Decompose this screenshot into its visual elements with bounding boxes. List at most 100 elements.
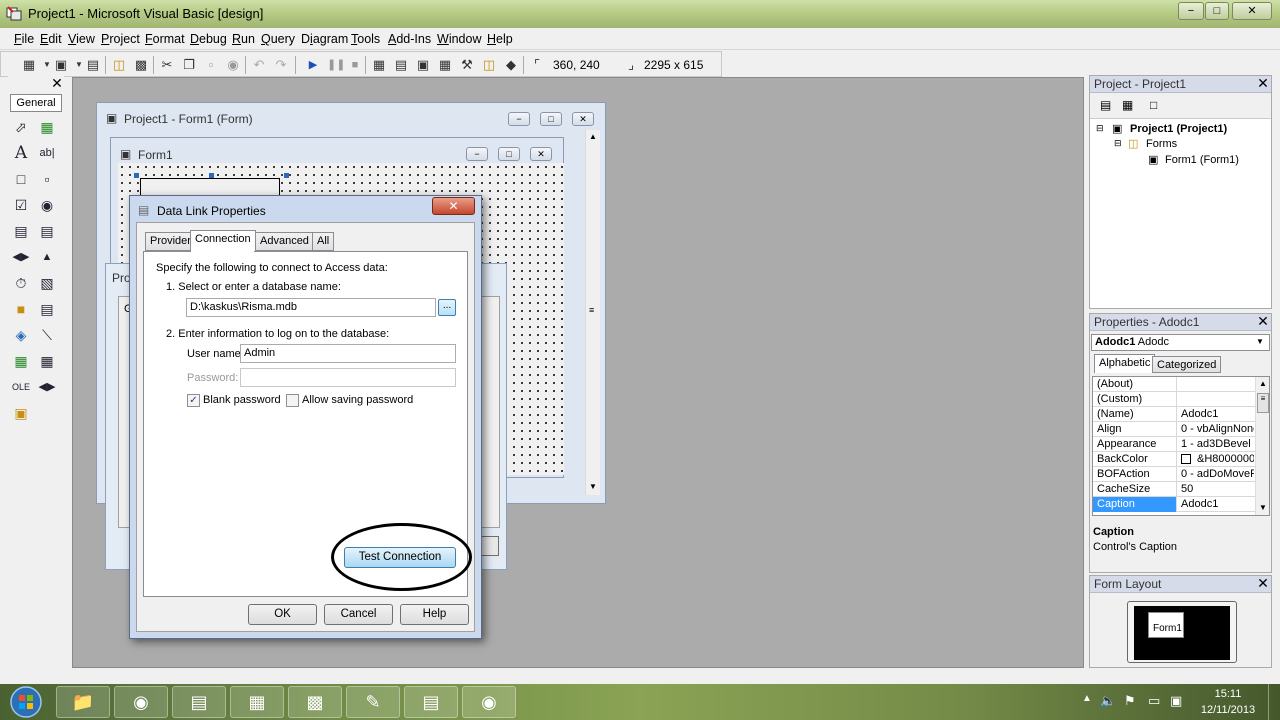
menu-tools[interactable]: Tools [351, 32, 380, 46]
redo-icon[interactable]: ↷ [273, 57, 289, 73]
tree-collapse-icon[interactable]: ⊟ [1114, 138, 1122, 149]
view-object-icon[interactable]: ▦ [1122, 98, 1133, 112]
volume-icon[interactable]: 🔈 [1100, 693, 1116, 709]
data-view-icon[interactable]: ◫ [481, 57, 497, 73]
selection-handle[interactable] [284, 173, 289, 178]
menu-edit[interactable]: Edit [40, 32, 62, 46]
taskbar-vb-icon[interactable]: ◉ [462, 686, 516, 718]
form1-maximize-button[interactable]: □ [498, 147, 520, 161]
title-bar[interactable]: Project1 - Microsoft Visual Basic [desig… [0, 0, 1280, 28]
menu-view[interactable]: View [68, 32, 95, 46]
pointer-tool-icon[interactable]: ⬀ [10, 116, 32, 138]
vscrollbar-tool-icon[interactable]: ▲ [36, 246, 58, 268]
taskbar-document-icon[interactable]: ▤ [404, 686, 458, 718]
tree-collapse-icon[interactable]: ⊟ [1096, 123, 1104, 134]
scroll-up-arrow-icon[interactable]: ▲ [589, 132, 597, 141]
clock-date[interactable]: 12/11/2013 [1198, 704, 1258, 716]
property-pages-button[interactable] [481, 536, 499, 556]
menu-format[interactable]: Format [145, 32, 185, 46]
find-icon[interactable]: ◉ [225, 57, 241, 73]
shape-tool-icon[interactable]: ◈ [10, 324, 32, 346]
property-row-custom[interactable]: (Custom) [1093, 392, 1255, 407]
property-row-cachesize[interactable]: CacheSize 50 [1093, 482, 1255, 497]
tree-form1-item[interactable]: Form1 (Form1) [1165, 154, 1239, 166]
tree-forms-folder[interactable]: Forms [1146, 138, 1177, 150]
component-manager-icon[interactable]: ◆ [503, 57, 519, 73]
taskbar-sticky-notes-icon[interactable]: ▤ [172, 686, 226, 718]
menu-diagram[interactable]: Diagram [301, 32, 348, 46]
menu-query[interactable]: Query [261, 32, 295, 46]
form1-layout-preview[interactable]: Form1 [1148, 612, 1184, 638]
ole-tool-icon[interactable]: OLE [10, 376, 32, 398]
tab-all[interactable]: All [312, 232, 335, 251]
toolbox-close-icon[interactable]: ✕ [50, 76, 64, 91]
tab-alphabetic[interactable]: Alphabetic [1094, 354, 1156, 373]
checkbox-tool-icon[interactable]: ☑ [10, 194, 32, 216]
paste-icon[interactable]: ▫ [203, 57, 219, 73]
picturebox-tool-icon[interactable]: ▦ [36, 116, 58, 138]
tab-provider[interactable]: Provider [145, 232, 196, 251]
properties-close-icon[interactable]: ✕ [1256, 314, 1270, 329]
form-window-restore-button[interactable]: □ [540, 112, 562, 126]
network-icon[interactable]: ▣ [1170, 693, 1182, 709]
menu-project[interactable]: Project [101, 32, 140, 46]
minimize-button[interactable]: − [1178, 2, 1204, 20]
hscrollbar-tool-icon[interactable]: ◀▶ [10, 246, 32, 268]
property-row-backcolor[interactable]: BackColor&H80000005 [1093, 452, 1255, 467]
selection-handle[interactable] [209, 173, 214, 178]
property-row-align[interactable]: Align 0 - vbAlignNone [1093, 422, 1255, 437]
action-center-icon[interactable]: ⚑ [1124, 693, 1136, 709]
chevron-down-icon[interactable]: ▼ [1256, 337, 1264, 346]
timer-tool-icon[interactable]: ⏱ [10, 272, 32, 294]
form1-minimize-button[interactable]: − [466, 147, 488, 161]
scroll-grip-icon[interactable]: ≡ [589, 305, 594, 315]
maximize-button[interactable]: □ [1205, 2, 1229, 20]
property-row-appearance[interactable]: Appearance 1 - ad3DBevel [1093, 437, 1255, 452]
taskbar-chrome-icon[interactable]: ◉ [114, 686, 168, 718]
battery-icon[interactable]: ▭ [1148, 693, 1160, 709]
image-tool-icon[interactable]: ▦ [10, 350, 32, 372]
blank-password-checkbox[interactable]: ✓ [187, 394, 200, 407]
frame-tool-icon[interactable]: □ [10, 168, 32, 190]
help-button[interactable]: Help [400, 604, 469, 625]
project-explorer-close-icon[interactable]: ✕ [1256, 76, 1270, 91]
object-browser-icon[interactable]: ▦ [437, 57, 453, 73]
taskbar-paint-icon[interactable]: ✎ [346, 686, 400, 718]
form-layout-icon[interactable]: ▣ [415, 57, 431, 73]
properties-window-icon[interactable]: ▤ [393, 57, 409, 73]
taskbar-explorer-icon[interactable]: 📁 [56, 686, 110, 718]
object-selector-dropdown[interactable]: Adodc1 Adodc ▼ [1091, 334, 1270, 351]
line-tool-icon[interactable]: ⟍ [36, 324, 58, 346]
close-button[interactable]: ✕ [1232, 2, 1272, 20]
clock-time[interactable]: 15:11 [1198, 688, 1258, 700]
menu-debug[interactable]: Debug [190, 32, 227, 46]
toggle-folders-icon[interactable]: □ [1150, 98, 1157, 112]
form-layout-close-icon[interactable]: ✕ [1256, 576, 1270, 591]
view-code-icon[interactable]: ▤ [1100, 98, 1111, 112]
tab-connection[interactable]: Connection [190, 230, 256, 252]
filelistbox-tool-icon[interactable]: ▤ [36, 298, 58, 320]
cut-icon[interactable]: ✂ [159, 57, 175, 73]
end-icon[interactable]: ■ [347, 57, 363, 73]
label-tool-icon[interactable]: A [10, 142, 32, 164]
scroll-down-arrow-icon[interactable]: ▼ [589, 482, 597, 491]
menu-add-ins[interactable]: Add-Ins [388, 32, 431, 46]
custom-control-tool-icon[interactable]: ▣ [10, 402, 32, 424]
toolbox-icon[interactable]: ⚒ [459, 57, 475, 73]
project-explorer-icon[interactable]: ▦ [371, 57, 387, 73]
menu-help[interactable]: Help [487, 32, 513, 46]
database-name-input[interactable]: D:\kaskus\Risma.mdb [186, 298, 436, 317]
copy-icon[interactable]: ❐ [181, 57, 197, 73]
property-row-bofaction[interactable]: BOFAction0 - adDoMoveFirst [1093, 467, 1255, 482]
open-project-icon[interactable]: ◫ [111, 57, 127, 73]
taskbar-app-icon[interactable]: ▦ [230, 686, 284, 718]
dirlistbox-tool-icon[interactable]: ■ [10, 298, 32, 320]
form1-close-button[interactable]: ✕ [530, 147, 552, 161]
tree-project-root[interactable]: Project1 (Project1) [1130, 123, 1227, 135]
form-window-minimize-button[interactable]: − [508, 112, 530, 126]
ok-button[interactable]: OK [248, 604, 317, 625]
commandbutton-tool-icon[interactable]: ▫ [36, 168, 58, 190]
adodc-tool-icon[interactable]: ◀▶ [36, 376, 58, 398]
listbox-tool-icon[interactable]: ▤ [36, 220, 58, 242]
start-icon[interactable]: ▶ [305, 57, 321, 73]
